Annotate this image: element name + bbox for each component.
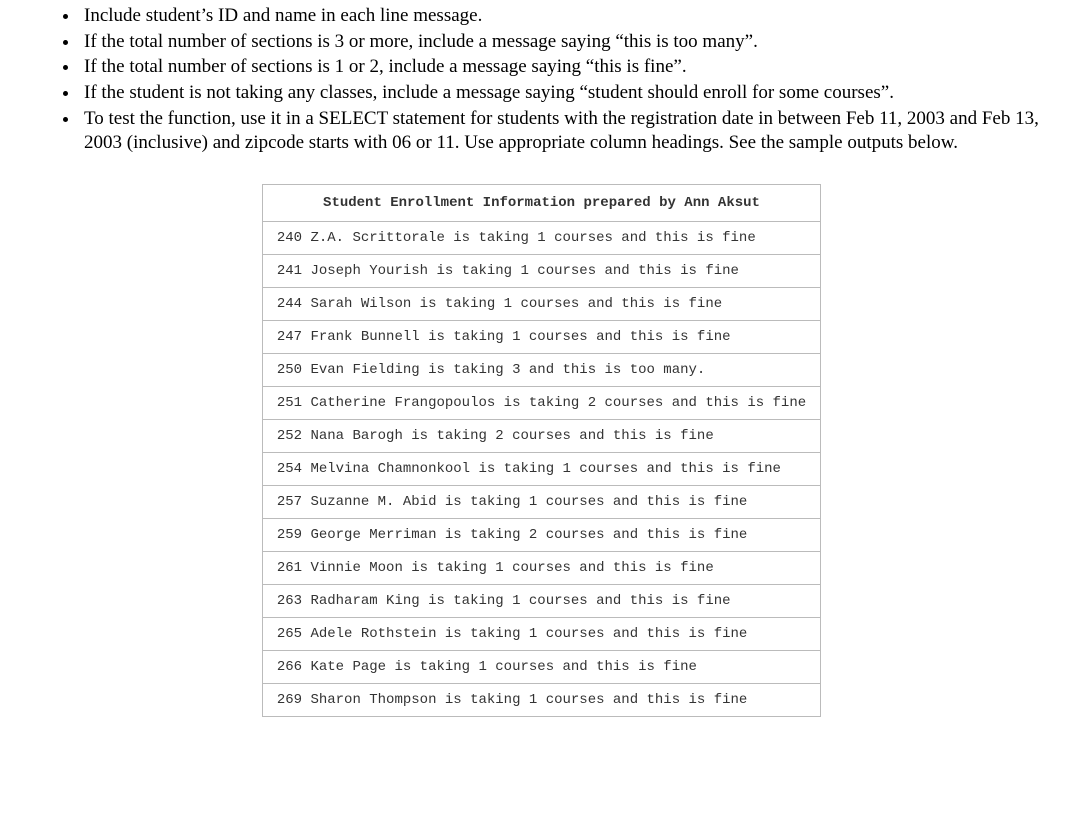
output-table: Student Enrollment Information prepared …: [262, 184, 821, 717]
output-row: 259 George Merriman is taking 2 courses …: [262, 519, 820, 552]
output-row: 265 Adele Rothstein is taking 1 courses …: [262, 618, 820, 651]
output-row: 251 Catherine Frangopoulos is taking 2 c…: [262, 387, 820, 420]
output-row: 240 Z.A. Scrittorale is taking 1 courses…: [262, 222, 820, 255]
document-content: Include student’s ID and name in each li…: [0, 0, 1083, 717]
instruction-item: Include student’s ID and name in each li…: [80, 4, 1043, 29]
output-row: 244 Sarah Wilson is taking 1 courses and…: [262, 288, 820, 321]
output-row: 254 Melvina Chamnonkool is taking 1 cour…: [262, 453, 820, 486]
output-row: 261 Vinnie Moon is taking 1 courses and …: [262, 552, 820, 585]
output-row: 247 Frank Bunnell is taking 1 courses an…: [262, 321, 820, 354]
output-row: 263 Radharam King is taking 1 courses an…: [262, 585, 820, 618]
output-table-wrap: Student Enrollment Information prepared …: [40, 184, 1043, 717]
output-row: 241 Joseph Yourish is taking 1 courses a…: [262, 255, 820, 288]
instruction-item: If the total number of sections is 3 or …: [80, 30, 1043, 55]
output-table-body: 240 Z.A. Scrittorale is taking 1 courses…: [262, 222, 820, 717]
instruction-item: If the total number of sections is 1 or …: [80, 55, 1043, 80]
instruction-item: If the student is not taking any classes…: [80, 81, 1043, 106]
output-row: 250 Evan Fielding is taking 3 and this i…: [262, 354, 820, 387]
output-table-header: Student Enrollment Information prepared …: [262, 185, 820, 222]
output-row: 252 Nana Barogh is taking 2 courses and …: [262, 420, 820, 453]
output-row: 257 Suzanne M. Abid is taking 1 courses …: [262, 486, 820, 519]
instruction-list: Include student’s ID and name in each li…: [40, 4, 1043, 156]
output-row: 269 Sharon Thompson is taking 1 courses …: [262, 684, 820, 717]
output-row: 266 Kate Page is taking 1 courses and th…: [262, 651, 820, 684]
instruction-item: To test the function, use it in a SELECT…: [80, 107, 1043, 156]
